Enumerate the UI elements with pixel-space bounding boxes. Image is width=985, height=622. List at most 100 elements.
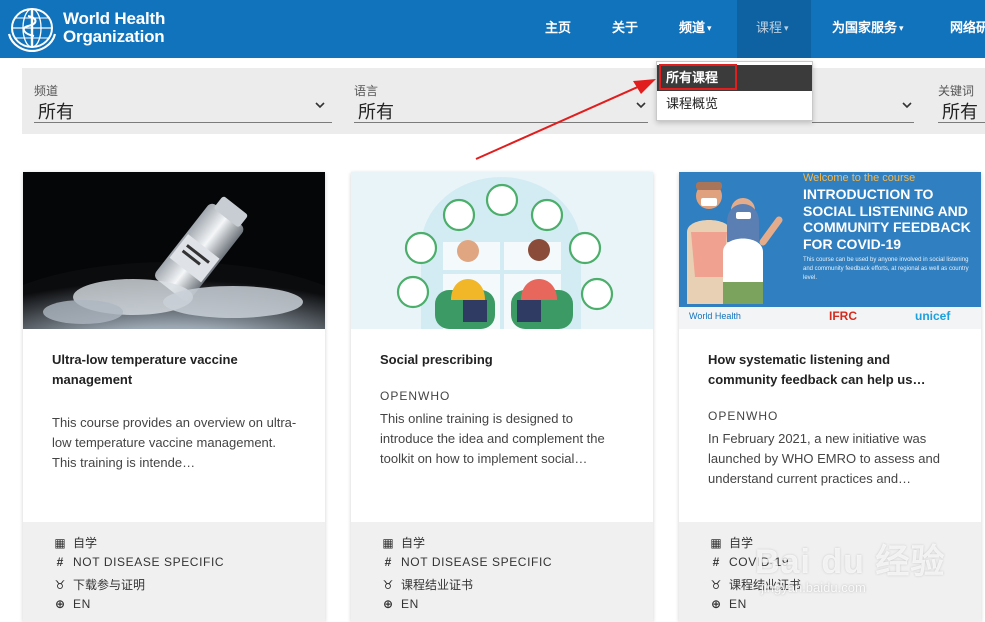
banner-welcome: Welcome to the course: [803, 172, 916, 184]
who-logo[interactable]: World Health Organization: [6, 4, 166, 52]
course-description: In February 2021, a new initiative was l…: [708, 431, 940, 486]
medal-icon: ♉: [54, 578, 66, 592]
course-meta-footer: ▦ 自学 # NOT DISEASE SPECIFIC ♉ 下载参与证明 ⊕ EN: [23, 522, 325, 622]
course-provider: OPENWHO: [380, 389, 451, 403]
meta-format: ▦ 自学: [53, 534, 97, 552]
hash-icon: #: [384, 555, 392, 569]
nav-about[interactable]: 关于: [612, 0, 638, 58]
nav-country-services-label: 为国家服务: [832, 20, 898, 35]
keyword-filter-underline: [938, 122, 985, 123]
meta-language-text: EN: [401, 597, 419, 611]
meta-certificate: ♉ 课程结业证书: [381, 576, 473, 594]
meta-format: ▦ 自学: [709, 534, 753, 552]
meta-format-text: 自学: [73, 536, 98, 550]
hash-icon: #: [712, 555, 720, 569]
course-image-vaccine: [23, 172, 325, 329]
nav-country-services[interactable]: 为国家服务 ▾: [832, 0, 904, 58]
course-title[interactable]: Social prescribing: [380, 350, 630, 370]
chevron-down-icon: ▾: [899, 23, 904, 33]
course-description: This online training is designed to intr…: [380, 411, 605, 466]
calendar-icon: ▦: [382, 536, 394, 550]
course-banner: Welcome to the course INTRODUCTION TO SO…: [679, 172, 981, 329]
keyword-filter[interactable]: 关键词 所有: [934, 68, 985, 134]
course-provider: OPENWHO: [708, 409, 779, 423]
language-filter-label: 语言: [354, 84, 379, 98]
meta-topic: # NOT DISEASE SPECIFIC: [53, 555, 224, 573]
meta-certificate-text: 下载参与证明: [73, 578, 146, 592]
channel-filter-label: 频道: [34, 84, 59, 98]
watermark-url: jingyan.baidu.com: [761, 580, 866, 595]
who-emblem-icon: [7, 8, 57, 52]
channel-filter[interactable]: 频道 所有: [22, 68, 332, 134]
course-image-social-prescribing: [351, 172, 653, 329]
nav-webinars-label: 网络研: [950, 20, 985, 35]
highlight-box: [659, 64, 737, 90]
chevron-down-icon: [902, 102, 912, 109]
globe-icon: ⊕: [54, 597, 66, 611]
nav-webinars[interactable]: 网络研: [950, 0, 985, 58]
course-description: This course provides an overview on ultr…: [52, 415, 297, 470]
chevron-down-icon: ▾: [784, 23, 789, 33]
nav-home[interactable]: 主页: [545, 0, 571, 58]
calendar-icon: ▦: [54, 536, 66, 550]
banner-body: This course can be used by anyone involv…: [803, 257, 969, 281]
logo-line-1: World Health: [63, 9, 166, 28]
language-filter-value: 所有: [358, 102, 394, 122]
course-title[interactable]: Ultra-low temperature vaccine management: [52, 350, 302, 390]
globe-icon: ⊕: [710, 597, 722, 611]
meta-language: ⊕ EN: [709, 597, 747, 615]
course-filter-bar: 频道 所有 语言 所有 关键词 所有: [22, 68, 985, 134]
dropdown-item-course-overview[interactable]: 课程概览: [657, 91, 812, 117]
partner-who: World Health: [689, 311, 741, 321]
meta-certificate: ♉ 下载参与证明: [53, 576, 145, 594]
hidden-filter-underline: [812, 122, 914, 123]
course-card[interactable]: Ultra-low temperature vaccine management…: [23, 172, 325, 622]
course-card[interactable]: Social prescribing OPENWHO This online t…: [351, 172, 653, 622]
nav-channels-label: 频道: [679, 20, 706, 35]
top-navigation-bar: World Health Organization 主页 关于 频道 ▾ 课程 ▾ …: [0, 0, 985, 58]
meta-language: ⊕ EN: [381, 597, 419, 615]
language-filter[interactable]: 语言 所有: [352, 68, 650, 134]
course-image-social-listening: Welcome to the course INTRODUCTION TO SO…: [679, 172, 981, 329]
meta-format: ▦ 自学: [381, 534, 425, 552]
keyword-filter-value: 所有: [942, 102, 978, 122]
meta-certificate-text: 课程结业证书: [401, 578, 474, 592]
chevron-down-icon: [636, 102, 646, 109]
meta-format-text: 自学: [729, 536, 754, 550]
partner-unicef: unicef: [915, 309, 951, 323]
meta-format-text: 自学: [401, 536, 426, 550]
globe-icon: ⊕: [382, 597, 394, 611]
baidu-watermark: Bai du 经验 jingyan.baidu.com: [755, 520, 985, 620]
nav-home-label: 主页: [545, 20, 572, 35]
partner-ifrc: IFRC: [829, 309, 857, 323]
nav-about-label: 关于: [612, 20, 639, 35]
channel-filter-underline: [34, 122, 332, 123]
medal-icon: ♉: [382, 578, 394, 592]
logo-line-2: Organization: [63, 27, 165, 46]
keyword-filter-label: 关键词: [938, 84, 975, 98]
nav-courses-label: 课程: [756, 20, 783, 35]
meta-language-text: EN: [73, 597, 91, 611]
meta-language: ⊕ EN: [53, 597, 91, 615]
meta-topic-text: NOT DISEASE SPECIFIC: [73, 555, 225, 569]
nav-channels[interactable]: 频道 ▾: [679, 0, 712, 58]
calendar-icon: ▦: [710, 536, 722, 550]
channel-filter-value: 所有: [38, 102, 74, 122]
banner-illustration: [687, 182, 783, 304]
watermark-brand: Bai du 经验: [755, 543, 946, 581]
meta-language-text: EN: [729, 597, 747, 611]
meta-topic-text: NOT DISEASE SPECIFIC: [401, 555, 553, 569]
meta-topic: # NOT DISEASE SPECIFIC: [381, 555, 552, 573]
course-title[interactable]: How systematic listening and community f…: [708, 350, 958, 390]
course-meta-footer: ▦ 自学 # NOT DISEASE SPECIFIC ♉ 课程结业证书 ⊕ EN: [351, 522, 653, 622]
banner-heading: INTRODUCTION TO SOCIAL LISTENING AND COM…: [803, 186, 971, 252]
banner-partners: World Health IFRC unicef: [679, 307, 981, 329]
chevron-down-icon: [315, 102, 325, 109]
language-filter-underline: [354, 122, 648, 123]
hidden-filter-tail[interactable]: [812, 68, 922, 134]
medal-icon: ♉: [710, 578, 722, 592]
hash-icon: #: [56, 555, 64, 569]
logo-wordmark: World Health Organization: [63, 10, 165, 46]
chevron-down-icon: ▾: [707, 23, 712, 33]
nav-courses[interactable]: 课程 ▾: [737, 0, 811, 58]
